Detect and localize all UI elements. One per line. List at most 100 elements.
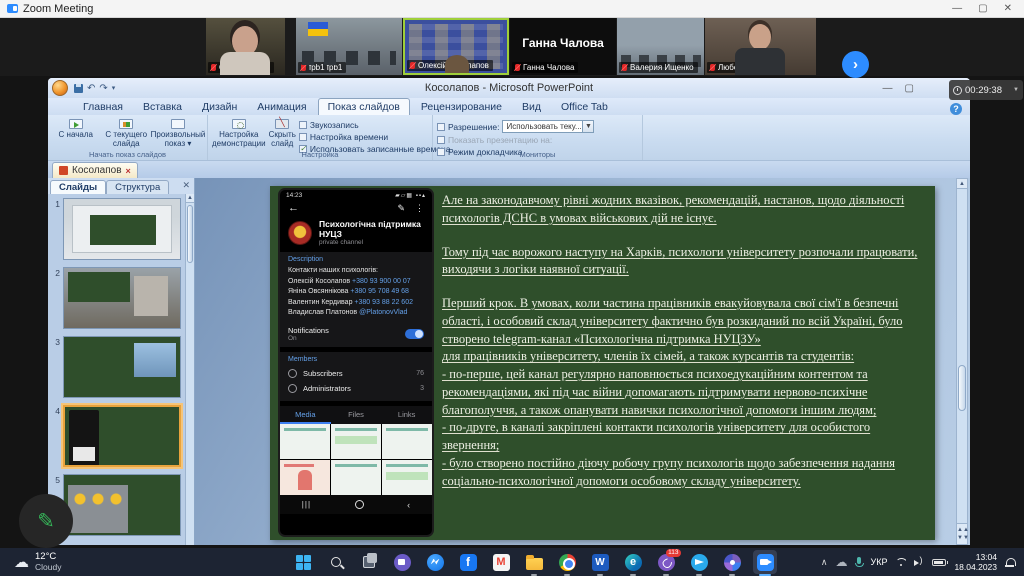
powerpoint-window: ↶ ↷ ▾ Косолапов - Microsoft PowerPoint —… [48, 78, 970, 545]
scrollbar-thumb[interactable] [187, 205, 193, 263]
notification-bell-icon[interactable] [1005, 558, 1014, 567]
tab-slides[interactable]: Слайды [50, 180, 106, 194]
back-arrow-icon[interactable]: ← [288, 202, 299, 214]
onedrive-icon[interactable]: ☁ [835, 555, 847, 569]
search-button[interactable] [324, 550, 348, 574]
hide-slide-button[interactable]: Скрыть слайд [269, 117, 296, 150]
home-icon[interactable] [355, 500, 364, 509]
weather-widget[interactable]: ☁ 12°C Cloudy [0, 552, 61, 573]
edge-button[interactable]: e [621, 550, 645, 574]
close-button[interactable]: ✕ [1004, 3, 1012, 14]
start-button[interactable] [291, 550, 315, 574]
participant-tile[interactable]: Оксана Чуйко [206, 18, 285, 75]
android-back-icon[interactable]: ‹ [407, 500, 410, 510]
resolution-select[interactable]: Использовать теку...▼ [502, 120, 594, 133]
tab-animatsiya[interactable]: Анимация [248, 99, 315, 115]
phone-link[interactable]: +380 93 88 22 602 [354, 299, 413, 306]
muted-mic-icon [410, 62, 415, 69]
administrators-row[interactable]: Administrators 3 [288, 381, 424, 396]
tab-dizayn[interactable]: Дизайн [193, 99, 246, 115]
custom-slideshow-button[interactable]: Произвольный показ ▾ [153, 117, 203, 150]
previous-next-slide-buttons[interactable]: ▲▲▼▼ [957, 523, 967, 544]
more-menu-icon[interactable]: ⋮ [415, 203, 424, 214]
chrome-button[interactable] [555, 550, 579, 574]
participant-tile[interactable]: fpb1 fpb1 [296, 18, 402, 75]
microphone-in-use-icon[interactable] [855, 557, 862, 567]
tab-glavnaya[interactable]: Главная [74, 99, 132, 115]
clock-widget[interactable]: 13:04 18.04.2023 [954, 552, 997, 572]
group-label: Начать показ слайдов [48, 150, 207, 159]
annotation-pencil-button[interactable]: ✎ [19, 494, 73, 548]
media-thumbnail[interactable] [331, 460, 381, 495]
notifications-toggle[interactable] [405, 329, 424, 339]
participant-tile[interactable]: Ганна Чалова Ганна Чалова [510, 18, 616, 75]
battery-icon[interactable] [932, 559, 946, 566]
tray-overflow-icon[interactable]: ∧ [821, 557, 828, 568]
viber-button[interactable]: 113 [654, 550, 678, 574]
media-thumbnail[interactable] [280, 460, 330, 495]
slide-thumbnail-3[interactable]: 3 [52, 336, 184, 398]
photos-button[interactable] [720, 550, 744, 574]
tab-outline[interactable]: Структура [106, 180, 169, 194]
media-thumbnail[interactable] [382, 460, 432, 495]
telegram-button[interactable] [687, 550, 711, 574]
minimize-button[interactable]: — [952, 3, 962, 14]
task-view-button[interactable] [357, 550, 381, 574]
gmail-button[interactable]: M [489, 550, 513, 574]
media-thumbnail[interactable] [280, 424, 330, 459]
zoom-app-button[interactable] [753, 550, 777, 574]
slide-thumbnail-2[interactable]: 2 [52, 267, 184, 329]
slide-thumbnail-1[interactable]: 1 [52, 198, 184, 260]
username-link[interactable]: @PlatonovVlad [359, 309, 407, 316]
document-tab[interactable]: Косолапов × [52, 162, 138, 178]
panel-scrollbar[interactable]: ▲ [185, 194, 194, 545]
ppt-minimize-button[interactable]: — [883, 83, 893, 94]
ppt-restore-button[interactable]: ▢ [905, 83, 914, 94]
scrollbar-thumb[interactable] [958, 365, 966, 411]
word-button[interactable]: W [588, 550, 612, 574]
volume-icon[interactable] [914, 558, 924, 567]
recents-icon[interactable]: ||| [302, 500, 311, 509]
participant-tile-active-speaker[interactable]: Олексій Косолапов [403, 18, 509, 75]
phone-link[interactable]: +380 95 708 49 68 [350, 288, 409, 295]
from-current-slide-button[interactable]: С текущего слайда [103, 117, 151, 150]
subscribers-row[interactable]: Subscribers 76 [288, 366, 424, 381]
file-explorer-button[interactable] [522, 550, 546, 574]
tab-vstavka[interactable]: Вставка [134, 99, 191, 115]
next-participants-button[interactable]: › [842, 51, 869, 78]
tab-links[interactable]: Links [381, 406, 432, 424]
tab-vid[interactable]: Вид [513, 99, 550, 115]
recording-timer[interactable]: 00:29:38 ▼ [949, 80, 1023, 100]
from-beginning-button[interactable]: С начала [52, 117, 100, 150]
chrome-icon [559, 554, 576, 571]
rehearse-timings-button[interactable]: Настройка времени [299, 132, 451, 142]
setup-slideshow-button[interactable]: Настройка демонстрации [212, 117, 266, 150]
tab-pokaz-slaydov[interactable]: Показ слайдов [318, 98, 410, 115]
record-narration-button[interactable]: Звукозапись [299, 120, 451, 130]
close-document-icon[interactable]: × [126, 166, 131, 176]
help-icon[interactable]: ? [950, 103, 962, 115]
tab-office-tab[interactable]: Office Tab [552, 99, 617, 115]
edit-pencil-icon[interactable]: ✎ [397, 203, 405, 214]
tab-retsenzirovanie[interactable]: Рецензирование [412, 99, 511, 115]
scroll-up-icon[interactable]: ▲ [957, 179, 967, 189]
tab-media[interactable]: Media [280, 406, 331, 424]
panel-close-icon[interactable]: ✕ [182, 180, 190, 191]
language-indicator[interactable]: УКР [870, 557, 887, 567]
tab-files[interactable]: Files [331, 406, 382, 424]
teams-button[interactable] [390, 550, 414, 574]
media-thumbnail[interactable] [331, 424, 381, 459]
media-thumbnail[interactable] [382, 424, 432, 459]
facebook-button[interactable]: f [456, 550, 480, 574]
phone-link[interactable]: +380 93 900 00 07 [352, 278, 411, 285]
editor-scrollbar[interactable]: ▲ ▲▲▼▼ [956, 178, 968, 545]
slide-thumbnail-4-selected[interactable]: 4 [52, 405, 184, 467]
messenger-button[interactable] [423, 550, 447, 574]
maximize-button[interactable]: ▢ [978, 3, 987, 14]
slide-paragraph: Але на законодавчому рівні жодних вказів… [442, 192, 926, 228]
slide-number: 2 [52, 267, 60, 329]
participant-tile[interactable]: Любов Кірнос [705, 18, 816, 75]
wifi-icon[interactable] [895, 558, 906, 567]
participant-tile[interactable]: Валерия Ищенко [617, 18, 704, 75]
scroll-up-icon[interactable]: ▲ [186, 194, 194, 203]
